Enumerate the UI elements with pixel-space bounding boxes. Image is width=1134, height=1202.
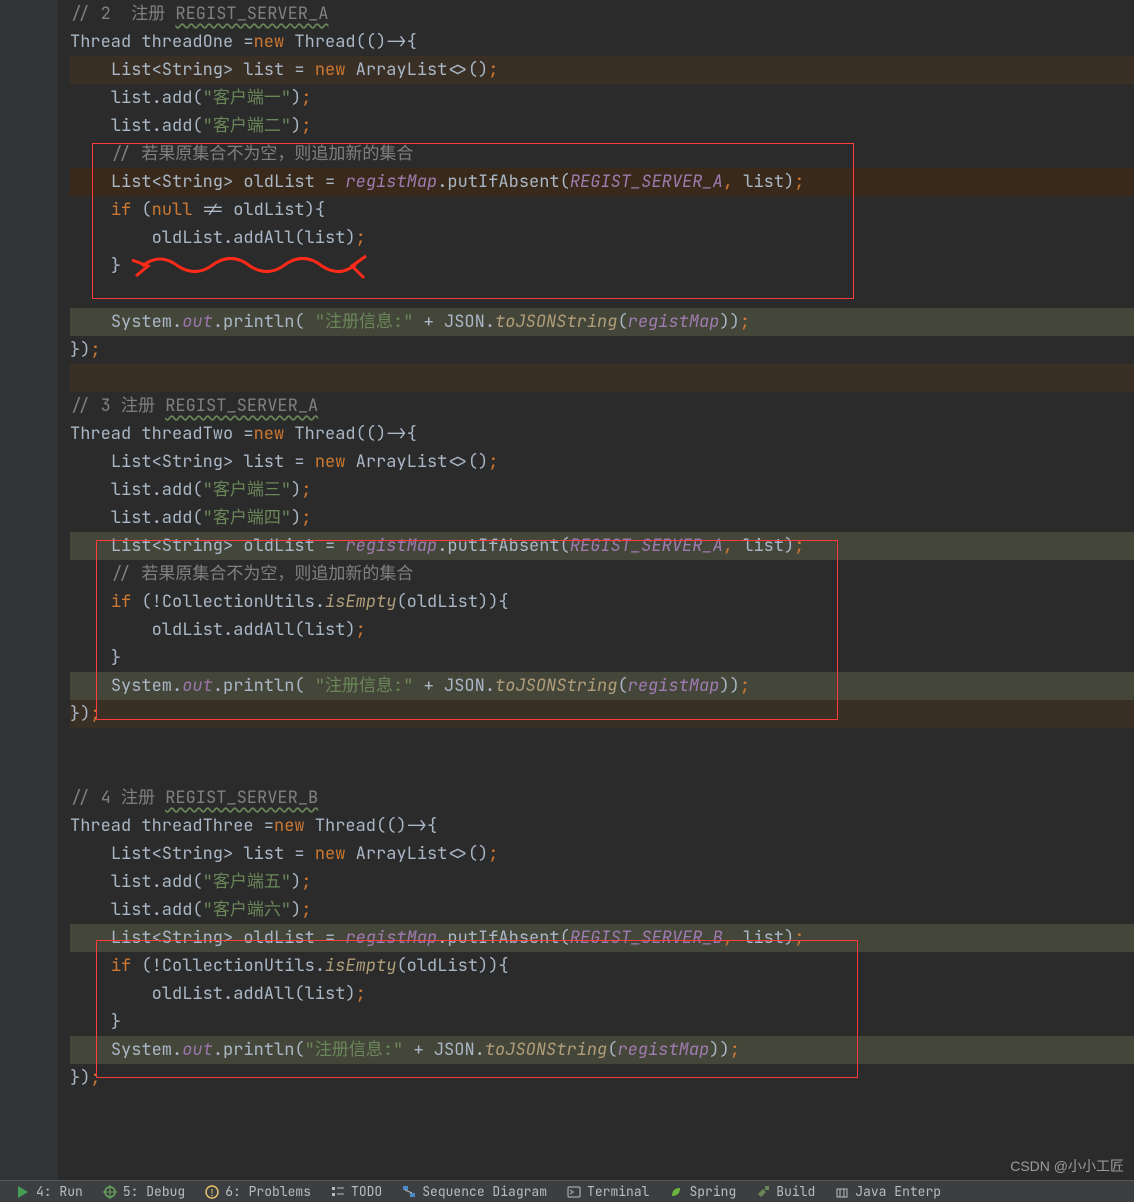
code-line: // 若果原集合不为空，则追加新的集合 [70, 140, 1134, 168]
svg-text:!: ! [209, 1186, 215, 1199]
code-text: Thread threadThree = [70, 815, 274, 837]
debug-tool[interactable]: 5: Debug [93, 1183, 195, 1200]
blank-line [70, 756, 1134, 784]
code-line: System.out.println( "注册信息:" + JSON.toJSO… [70, 672, 1134, 700]
enterprise-icon [835, 1185, 849, 1199]
code-line: list.add("客户端二"); [70, 112, 1134, 140]
warning-icon: ! [205, 1185, 219, 1199]
comment-line: // 4 注册 [70, 787, 165, 809]
blank-line [70, 728, 1134, 756]
build-label: Build [776, 1183, 815, 1200]
java-enterprise-tool[interactable]: Java Enterp [825, 1183, 951, 1200]
run-label: 4: Run [36, 1183, 83, 1200]
list-icon [331, 1185, 345, 1199]
code-line: if (!CollectionUtils.isEmpty(oldList)){ [70, 588, 1134, 616]
watermark-text: CSDN @小小工匠 [1010, 1156, 1124, 1176]
code-line: List<String> list = new ArrayList<>(); [70, 840, 1134, 868]
code-line: list.add("客户端五"); [70, 868, 1134, 896]
hammer-icon [756, 1185, 770, 1199]
code-line: }); [70, 336, 1134, 364]
comment-line: // 2 注册 [70, 3, 175, 25]
code-line: } [70, 1008, 1134, 1036]
editor-gutter [0, 0, 58, 1180]
code-line: // 若果原集合不为空，则追加新的集合 [70, 560, 1134, 588]
code-line: List<String> oldList = registMap.putIfAb… [70, 532, 1134, 560]
diagram-icon [402, 1185, 416, 1199]
code-line: }); [70, 1064, 1134, 1092]
spring-tool[interactable]: Spring [659, 1183, 746, 1200]
code-line: if (null != oldList){ [70, 196, 1134, 224]
code-line: list.add("客户端一"); [70, 84, 1134, 112]
code-line: list.add("客户端四"); [70, 504, 1134, 532]
leaf-icon [669, 1185, 683, 1199]
regist-server-a-ref: REGIST_SERVER_A [165, 395, 318, 417]
code-line: } [70, 252, 1134, 280]
code-line: System.out.println("注册信息:" + JSON.toJSON… [70, 1036, 1134, 1064]
code-line: List<String> oldList = registMap.putIfAb… [70, 924, 1134, 952]
terminal-icon [567, 1185, 581, 1199]
code-line: list.add("客户端六"); [70, 896, 1134, 924]
sequence-diagram-label: Sequence Diagram [422, 1183, 547, 1200]
blank-line [70, 364, 1134, 392]
bottom-toolbar: 4: Run 5: Debug ! 6: Problems TODO Seque… [0, 1180, 1134, 1202]
comment-line: // 3 注册 [70, 395, 165, 417]
todo-tool[interactable]: TODO [321, 1183, 392, 1200]
java-enterprise-label: Java Enterp [855, 1183, 941, 1200]
code-line: oldList.addAll(list); [70, 616, 1134, 644]
code-line: } [70, 644, 1134, 672]
terminal-tool[interactable]: Terminal [557, 1183, 659, 1200]
todo-label: TODO [351, 1183, 382, 1200]
code-line: oldList.addAll(list); [70, 224, 1134, 252]
code-line: List<String> list = new ArrayList<>(); [70, 448, 1134, 476]
play-icon [16, 1185, 30, 1199]
code-line: System.out.println( "注册信息:" + JSON.toJSO… [70, 308, 1134, 336]
problems-tool[interactable]: ! 6: Problems [195, 1183, 321, 1200]
regist-server-b-ref: REGIST_SERVER_B [165, 787, 318, 809]
build-tool[interactable]: Build [746, 1183, 825, 1200]
spring-label: Spring [689, 1183, 736, 1200]
code-line: List<String> oldList = registMap.putIfAb… [70, 168, 1134, 196]
blank-line [70, 280, 1134, 308]
terminal-label: Terminal [587, 1183, 649, 1200]
sequence-diagram-tool[interactable]: Sequence Diagram [392, 1183, 557, 1200]
code-text: Thread threadOne = [70, 31, 254, 53]
code-line: list.add("客户端三"); [70, 476, 1134, 504]
code-line: if (!CollectionUtils.isEmpty(oldList)){ [70, 952, 1134, 980]
editor-subgutter [58, 0, 70, 1180]
debug-label: 5: Debug [123, 1183, 185, 1200]
code-line: List<String> list = new ArrayList<>(); [70, 56, 1134, 84]
problems-label: 6: Problems [225, 1183, 311, 1200]
code-editor[interactable]: // 2 注册 REGIST_SERVER_A Thread threadOne… [70, 0, 1134, 1180]
run-tool[interactable]: 4: Run [6, 1183, 93, 1200]
code-line: }); [70, 700, 1134, 728]
bug-icon [103, 1185, 117, 1199]
code-text: Thread threadTwo = [70, 423, 254, 445]
code-line: oldList.addAll(list); [70, 980, 1134, 1008]
regist-server-a-ref: REGIST_SERVER_A [175, 3, 328, 25]
